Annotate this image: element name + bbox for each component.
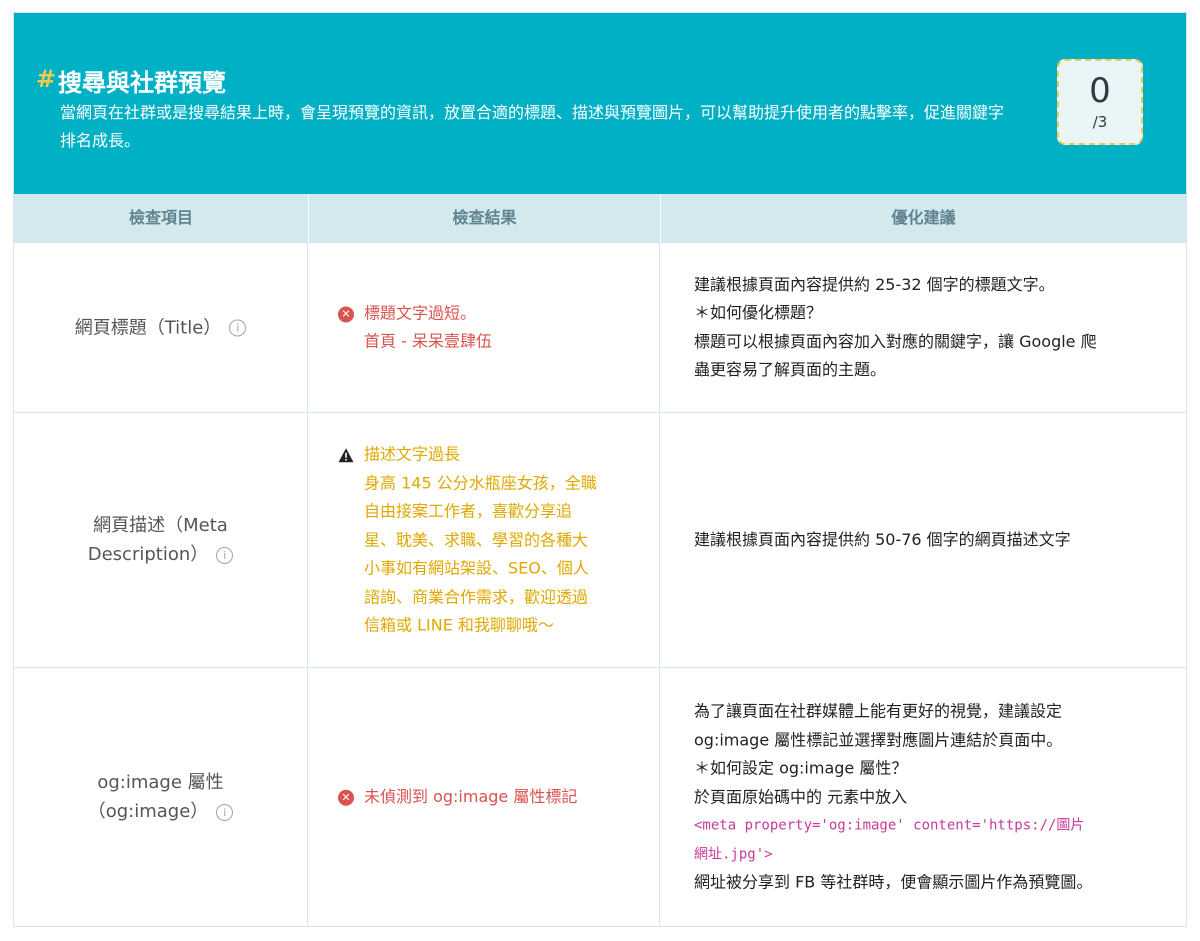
result-line: 標題文字過短。 (364, 303, 477, 322)
result-line: 星、耽美、求職、學習的各種大 (364, 529, 589, 549)
advice-line: 網址被分享到 FB 等社群時，便會顯示圖片作為預覽圖。 (694, 872, 1093, 892)
result-line: 首頁 - 呆呆壹肆伍 (364, 331, 492, 351)
column-header-advice: 優化建議 (891, 208, 956, 227)
result-cell: 描述文字過長 身高 145 公分水瓶座女孩，全職 自由接案工作者，喜歡分享追 星… (308, 413, 660, 667)
item-name: 網頁描述（Meta Description） i (14, 511, 307, 569)
result-line: 未偵測到 og:image 屬性標記 (364, 786, 578, 806)
result-cell: ✕ 標題文字過短。 首頁 - 呆呆壹肆伍 (308, 243, 660, 412)
result-line: 信箱或 LINE 和我聊聊哦～ (364, 615, 554, 635)
advice-content: 建議根據頁面內容提供約 25-32 個字的標題文字。 ＊如何優化標題？ 標題可以… (694, 271, 1156, 385)
seo-check-panel: # 搜尋與社群預覽 當網頁在社群或是搜尋結果上時，會呈現預覽的資訊，放置合適的標… (13, 12, 1187, 927)
result-content: ✕ 未偵測到 og:image 屬性標記 (338, 783, 639, 812)
result-line: 描述文字過長 (364, 444, 461, 464)
advice-line: 建議根據頁面內容提供約 50-76 個字的網頁描述文字 (694, 529, 1071, 549)
advice-line: ＊如何設定 og:image 屬性？ (694, 758, 908, 778)
item-cell: 網頁描述（Meta Description） i (14, 413, 308, 667)
advice-cell: 為了讓頁面在社群媒體上能有更好的視覺，建議設定 og:image 屬性標記並選擇… (660, 668, 1186, 926)
item-cell: 網頁標題（Title） i (14, 243, 308, 412)
x-circle-icon: ✕ (338, 789, 354, 806)
result-content: ✕ 標題文字過短。 首頁 - 呆呆壹肆伍 (338, 299, 639, 356)
column-header-result: 檢查結果 (452, 208, 517, 227)
item-name-line: 網頁描述（Meta (93, 515, 228, 536)
score-value: 0 (1089, 71, 1111, 111)
advice-content: 建議根據頁面內容提供約 50-76 個字的網頁描述文字 (694, 526, 1156, 555)
item-cell: og:image 屬性 （og:image） i (14, 668, 308, 926)
result-content: 描述文字過長 身高 145 公分水瓶座女孩，全職 自由接案工作者，喜歡分享追 星… (338, 440, 639, 640)
item-name-line: Description） (87, 544, 209, 565)
result-cell: ✕ 未偵測到 og:image 屬性標記 (308, 668, 660, 926)
table-header: 檢查項目 檢查結果 優化建議 (14, 194, 1186, 242)
score-total: /3 (1092, 113, 1108, 131)
advice-cell: 建議根據頁面內容提供約 25-32 個字的標題文字。 ＊如何優化標題？ 標題可以… (660, 243, 1186, 412)
item-name: og:image 屬性 （og:image） i (14, 768, 307, 826)
result-line: 身高 145 公分水瓶座女孩，全職 (364, 472, 597, 492)
advice-line: ＊如何優化標題？ (694, 303, 823, 322)
result-line: 小事如有網站架設、SEO、個人 (364, 558, 589, 578)
item-name: 網頁標題（Title） i (14, 313, 307, 342)
x-circle-icon: ✕ (338, 306, 354, 322)
advice-line: 於頁面原始碼中的 元素中放入 (694, 786, 908, 806)
advice-line: 標題可以根據頁面內容加入對應的關鍵字，讓 Google 爬 (694, 331, 1097, 351)
item-name-line: （og:image） (87, 801, 209, 822)
info-icon[interactable]: i (229, 319, 247, 337)
hash-icon: # (36, 65, 57, 93)
item-name-line: og:image 屬性 (97, 772, 224, 793)
table-row-og-image: og:image 屬性 （og:image） i ✕ 未偵測到 og:image … (14, 667, 1186, 926)
warning-triangle-icon (338, 448, 354, 463)
advice-line: 蟲更容易了解頁面的主題。 (694, 360, 887, 379)
score-badge: 0 /3 (1057, 59, 1143, 145)
column-header-item: 檢查項目 (128, 208, 193, 227)
section-description: 當網頁在社群或是搜尋結果上時，會呈現預覽的資訊，放置合適的標題、描述與預覽圖片，… (60, 103, 1005, 150)
table-row-description: 網頁描述（Meta Description） i 描述文字過長 身高 145 公分… (14, 412, 1186, 667)
code-snippet-line: <meta property='og:image' content='https… (694, 817, 1085, 834)
result-line: 諮詢、商業合作需求，歡迎透過 (364, 586, 589, 606)
advice-line: og:image 屬性標記並選擇對應圖片連結於頁面中。 (694, 729, 1063, 749)
info-icon[interactable]: i (216, 546, 234, 564)
section-header: # 搜尋與社群預覽 當網頁在社群或是搜尋結果上時，會呈現預覽的資訊，放置合適的標… (14, 13, 1186, 194)
advice-content: 為了讓頁面在社群媒體上能有更好的視覺，建議設定 og:image 屬性標記並選擇… (694, 697, 1156, 897)
code-snippet-line: 網址.jpg'> (694, 845, 773, 862)
table-row-title: 網頁標題（Title） i ✕ 標題文字過短。 首頁 - 呆呆壹肆伍 建議根據頁面… (14, 242, 1186, 412)
section-title: 搜尋與社群預覽 (58, 69, 226, 97)
advice-line: 建議根據頁面內容提供約 25-32 個字的標題文字。 (694, 274, 1055, 294)
result-line: 自由接案工作者，喜歡分享追 (364, 501, 573, 521)
advice-cell: 建議根據頁面內容提供約 50-76 個字的網頁描述文字 (660, 413, 1186, 667)
info-icon[interactable]: i (216, 803, 234, 821)
advice-line: 為了讓頁面在社群媒體上能有更好的視覺，建議設定 (694, 701, 1063, 721)
item-name-line: 網頁標題（Title） (74, 317, 222, 338)
